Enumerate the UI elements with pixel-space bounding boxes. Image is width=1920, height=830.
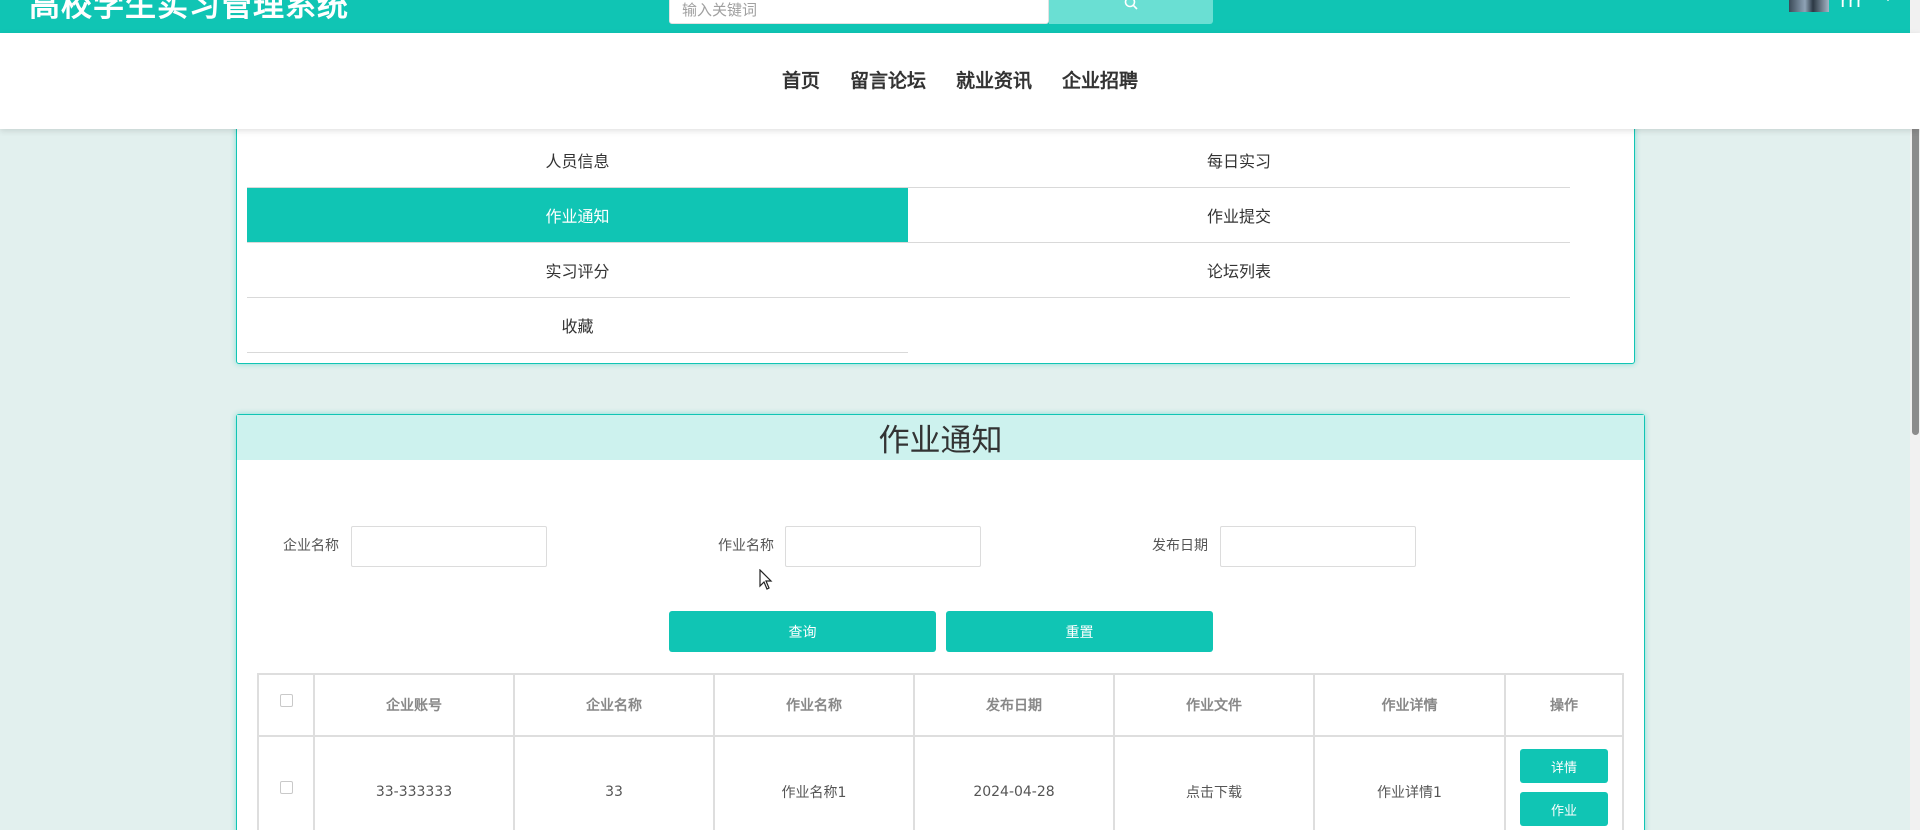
- homework-button[interactable]: 作业: [1520, 792, 1608, 826]
- menu-item-homework-submit[interactable]: 作业提交: [908, 188, 1570, 243]
- homework-name-label: 作业名称: [718, 538, 774, 554]
- nav-item-employment-news[interactable]: 就业资讯: [941, 33, 1047, 129]
- select-all-checkbox[interactable]: [279, 693, 293, 707]
- homework-name-input[interactable]: [785, 526, 981, 567]
- user-name[interactable]: rrr: [1840, 0, 1864, 10]
- section-title: 作业通知: [878, 423, 1003, 459]
- company-name-input[interactable]: [351, 526, 547, 567]
- row-checkbox[interactable]: [279, 780, 293, 794]
- menu-item-favorites[interactable]: 收藏: [247, 298, 908, 353]
- main-nav: 首页 留言论坛 就业资讯 企业招聘: [0, 33, 1920, 129]
- header-company-account: 企业账号: [315, 675, 515, 735]
- menu-item-internship-score[interactable]: 实习评分: [247, 243, 908, 298]
- nav-item-recruitment[interactable]: 企业招聘: [1047, 33, 1153, 129]
- publish-date-input[interactable]: [1220, 526, 1416, 567]
- search-input[interactable]: [669, 0, 1049, 24]
- cell-homework-detail: 作业详情1: [1315, 737, 1506, 830]
- chevron-down-icon[interactable]: [1882, 0, 1894, 4]
- table-row: 33-333333 33 作业名称1 2024-04-28 点击下载 作业详情1…: [259, 737, 1622, 830]
- cell-actions: 详情 作业: [1506, 737, 1622, 830]
- header-publish-date: 发布日期: [915, 675, 1115, 735]
- cell-homework-name: 作业名称1: [715, 737, 915, 830]
- header-company-name: 企业名称: [515, 675, 715, 735]
- menu-item-daily-internship[interactable]: 每日实习: [908, 133, 1570, 188]
- mouse-cursor-icon: [759, 569, 773, 590]
- nav-item-forum[interactable]: 留言论坛: [835, 33, 941, 129]
- header-actions: 操作: [1550, 698, 1578, 714]
- section-header: 作业通知: [237, 415, 1644, 460]
- nav-item-home[interactable]: 首页: [767, 33, 835, 129]
- menu-item-personnel-info[interactable]: 人员信息: [247, 133, 908, 188]
- detail-button[interactable]: 详情: [1520, 749, 1608, 783]
- company-name-label: 企业名称: [283, 538, 339, 554]
- table-header-row: 企业账号 企业名称 作业名称 发布日期 作业文件 作业详情 操作: [259, 675, 1622, 737]
- site-title: 高校学生实习管理系统: [29, 0, 349, 24]
- header-homework-detail: 作业详情: [1315, 675, 1506, 735]
- search-button[interactable]: [1049, 0, 1213, 24]
- query-button[interactable]: 查询: [669, 611, 936, 652]
- menu-item-forum-list[interactable]: 论坛列表: [908, 243, 1570, 298]
- cell-publish-date: 2024-04-28: [915, 737, 1115, 830]
- cell-company-account: 33-333333: [315, 737, 515, 830]
- search-icon: [1124, 0, 1138, 10]
- cell-company-name: 33: [515, 737, 715, 830]
- publish-date-label: 发布日期: [1152, 538, 1208, 554]
- menu-item-homework-notice[interactable]: 作业通知: [247, 188, 908, 243]
- user-menu-panel: 人员信息 每日实习 作业通知 作业提交 实习评分 论坛列表 收藏: [236, 100, 1635, 364]
- user-avatar[interactable]: [1789, 0, 1829, 12]
- homework-table: 企业账号 企业名称 作业名称 发布日期 作业文件 作业详情 操作 33-3333…: [257, 673, 1624, 830]
- top-header: 高校学生实习管理系统 rrr: [0, 0, 1920, 33]
- scrollbar-thumb[interactable]: [1912, 92, 1919, 435]
- header-homework-name: 作业名称: [715, 675, 915, 735]
- cell-download-link[interactable]: 点击下载: [1115, 737, 1315, 830]
- row-select-cell: [259, 737, 315, 830]
- select-all-cell: [259, 675, 315, 735]
- header-homework-file: 作业文件: [1115, 675, 1315, 735]
- reset-button[interactable]: 重置: [946, 611, 1213, 652]
